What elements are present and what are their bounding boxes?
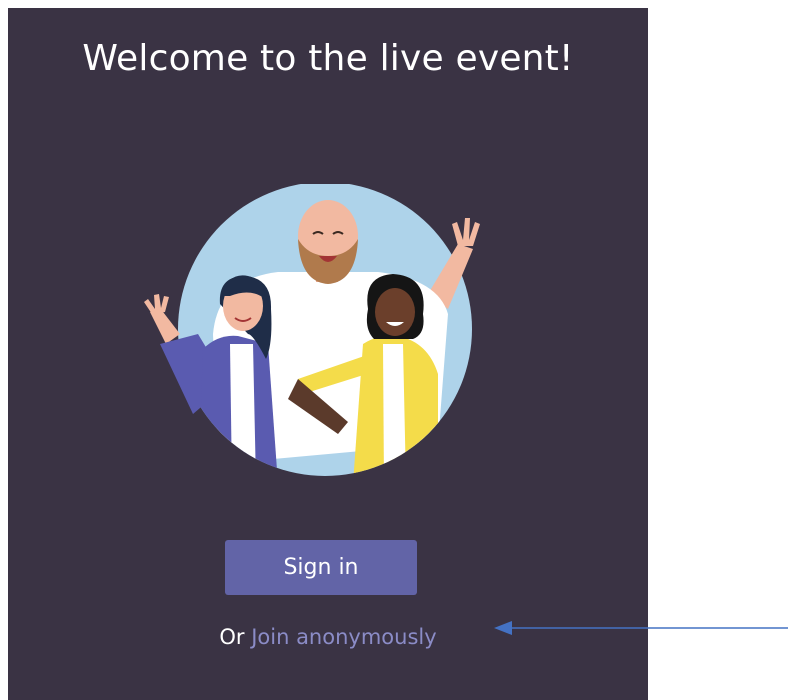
page: Welcome to the live event! Sign in Or Jo… [0, 0, 788, 700]
page-title: Welcome to the live event! [82, 38, 574, 79]
welcome-people-illustration [144, 184, 480, 476]
join-anonymously-prefix: Or [219, 625, 245, 649]
join-anonymously-link[interactable]: Join anonymously [251, 625, 436, 649]
live-event-welcome-panel: Welcome to the live event! Sign in Or Jo… [8, 8, 648, 700]
annotation-arrow-icon [494, 621, 788, 635]
sign-in-button[interactable]: Sign in [225, 540, 417, 595]
